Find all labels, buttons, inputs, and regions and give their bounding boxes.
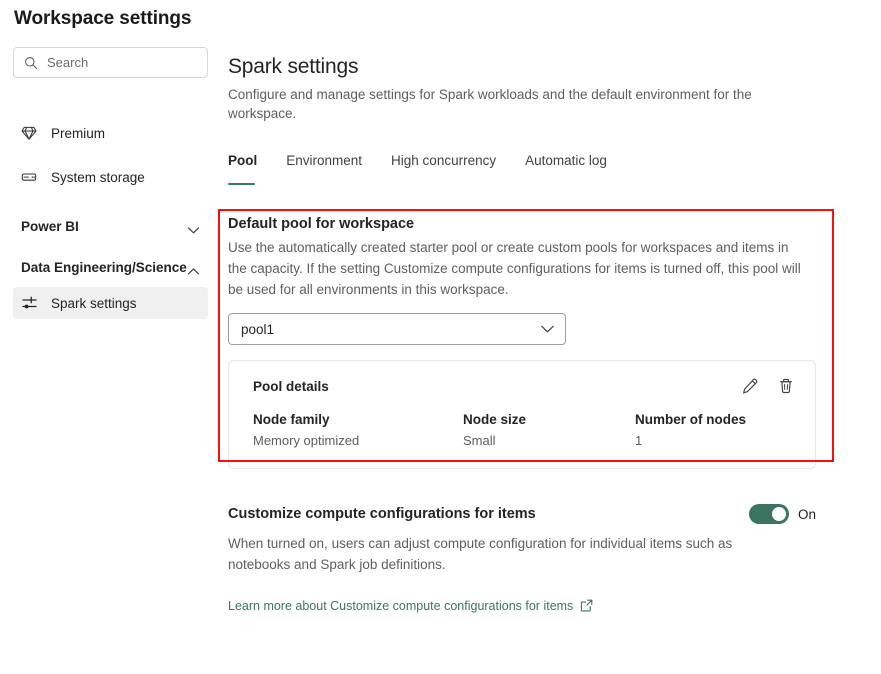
- trash-icon[interactable]: [777, 377, 795, 395]
- pool-field-value: 1: [635, 433, 805, 448]
- sidebar-group-data-engineering-science[interactable]: Data Engineering/Science: [13, 256, 208, 281]
- default-pool-description: Use the automatically created starter po…: [228, 237, 806, 300]
- external-link-icon: [580, 599, 593, 612]
- sidebar-item-system-storage[interactable]: System storage: [13, 161, 208, 193]
- toggle-knob: [772, 507, 786, 521]
- customize-compute-section: Customize compute configurations for ite…: [228, 504, 828, 615]
- chevron-down-icon: [540, 324, 555, 334]
- pool-field-label: Number of nodes: [635, 412, 805, 427]
- tab-pool[interactable]: Pool: [228, 153, 257, 185]
- pool-details-title: Pool details: [253, 379, 741, 394]
- search-input[interactable]: [47, 55, 197, 70]
- default-pool-dropdown-value: pool1: [241, 322, 540, 337]
- tab-automatic-log[interactable]: Automatic log: [525, 153, 607, 185]
- customize-compute-header: Customize compute configurations for ite…: [228, 504, 816, 524]
- default-pool-dropdown[interactable]: pool1: [228, 313, 566, 345]
- main-content: Spark settings Configure and manage sett…: [228, 55, 868, 185]
- pencil-icon[interactable]: [741, 377, 759, 395]
- sidebar-group-power-bi[interactable]: Power BI: [13, 215, 208, 240]
- search-box[interactable]: [13, 47, 208, 78]
- learn-more-link[interactable]: Learn more about Customize compute confi…: [228, 599, 593, 613]
- pool-field-node-size: Node size Small: [463, 412, 635, 448]
- sidebar-item-premium[interactable]: Premium: [13, 117, 208, 149]
- default-pool-section: Default pool for workspace Use the autom…: [228, 216, 828, 469]
- sidebar-nav: Premium System storage Power BI: [0, 103, 218, 319]
- chevron-down-icon: [187, 215, 200, 240]
- pool-field-node-family: Node family Memory optimized: [253, 412, 463, 448]
- page-title: Workspace settings: [14, 8, 191, 30]
- pool-field-number-of-nodes: Number of nodes 1: [635, 412, 805, 448]
- sidebar-item-label: System storage: [51, 170, 145, 185]
- main-title: Spark settings: [228, 55, 868, 79]
- default-pool-title: Default pool for workspace: [228, 216, 828, 232]
- customize-compute-toggle-wrap: On: [749, 504, 816, 524]
- sidebar-group-label: Data Engineering/Science: [21, 256, 187, 277]
- diamond-icon: [21, 125, 43, 141]
- sliders-icon: [21, 295, 43, 312]
- sidebar-item-label: Premium: [51, 126, 105, 141]
- storage-icon: [21, 169, 43, 185]
- tab-environment[interactable]: Environment: [286, 153, 362, 185]
- pool-details-header: Pool details: [253, 377, 795, 395]
- toggle-state-label: On: [798, 507, 816, 522]
- sidebar-item-label: Spark settings: [51, 296, 137, 311]
- tab-bar: Pool Environment High concurrency Automa…: [228, 153, 868, 185]
- chevron-up-icon: [187, 256, 200, 281]
- tab-high-concurrency[interactable]: High concurrency: [391, 153, 496, 185]
- pool-field-value: Small: [463, 433, 635, 448]
- sidebar: Premium System storage Power BI: [0, 47, 218, 319]
- customize-compute-title: Customize compute configurations for ite…: [228, 506, 749, 522]
- main-description: Configure and manage settings for Spark …: [228, 85, 773, 123]
- customize-compute-toggle[interactable]: [749, 504, 789, 524]
- pool-details-actions: [741, 377, 795, 395]
- search-icon: [24, 56, 38, 70]
- customize-compute-description: When turned on, users can adjust compute…: [228, 533, 743, 575]
- pool-field-label: Node size: [463, 412, 635, 427]
- pool-details-card: Pool details: [228, 360, 816, 469]
- pool-field-value: Memory optimized: [253, 433, 463, 448]
- sidebar-group-label: Power BI: [21, 215, 187, 236]
- pool-details-grid: Node family Memory optimized Node size S…: [253, 412, 795, 448]
- pool-field-label: Node family: [253, 412, 463, 427]
- workspace-settings-page: Workspace settings Premiu: [0, 0, 881, 674]
- sidebar-item-spark-settings[interactable]: Spark settings: [13, 287, 208, 319]
- learn-more-label: Learn more about Customize compute confi…: [228, 599, 573, 613]
